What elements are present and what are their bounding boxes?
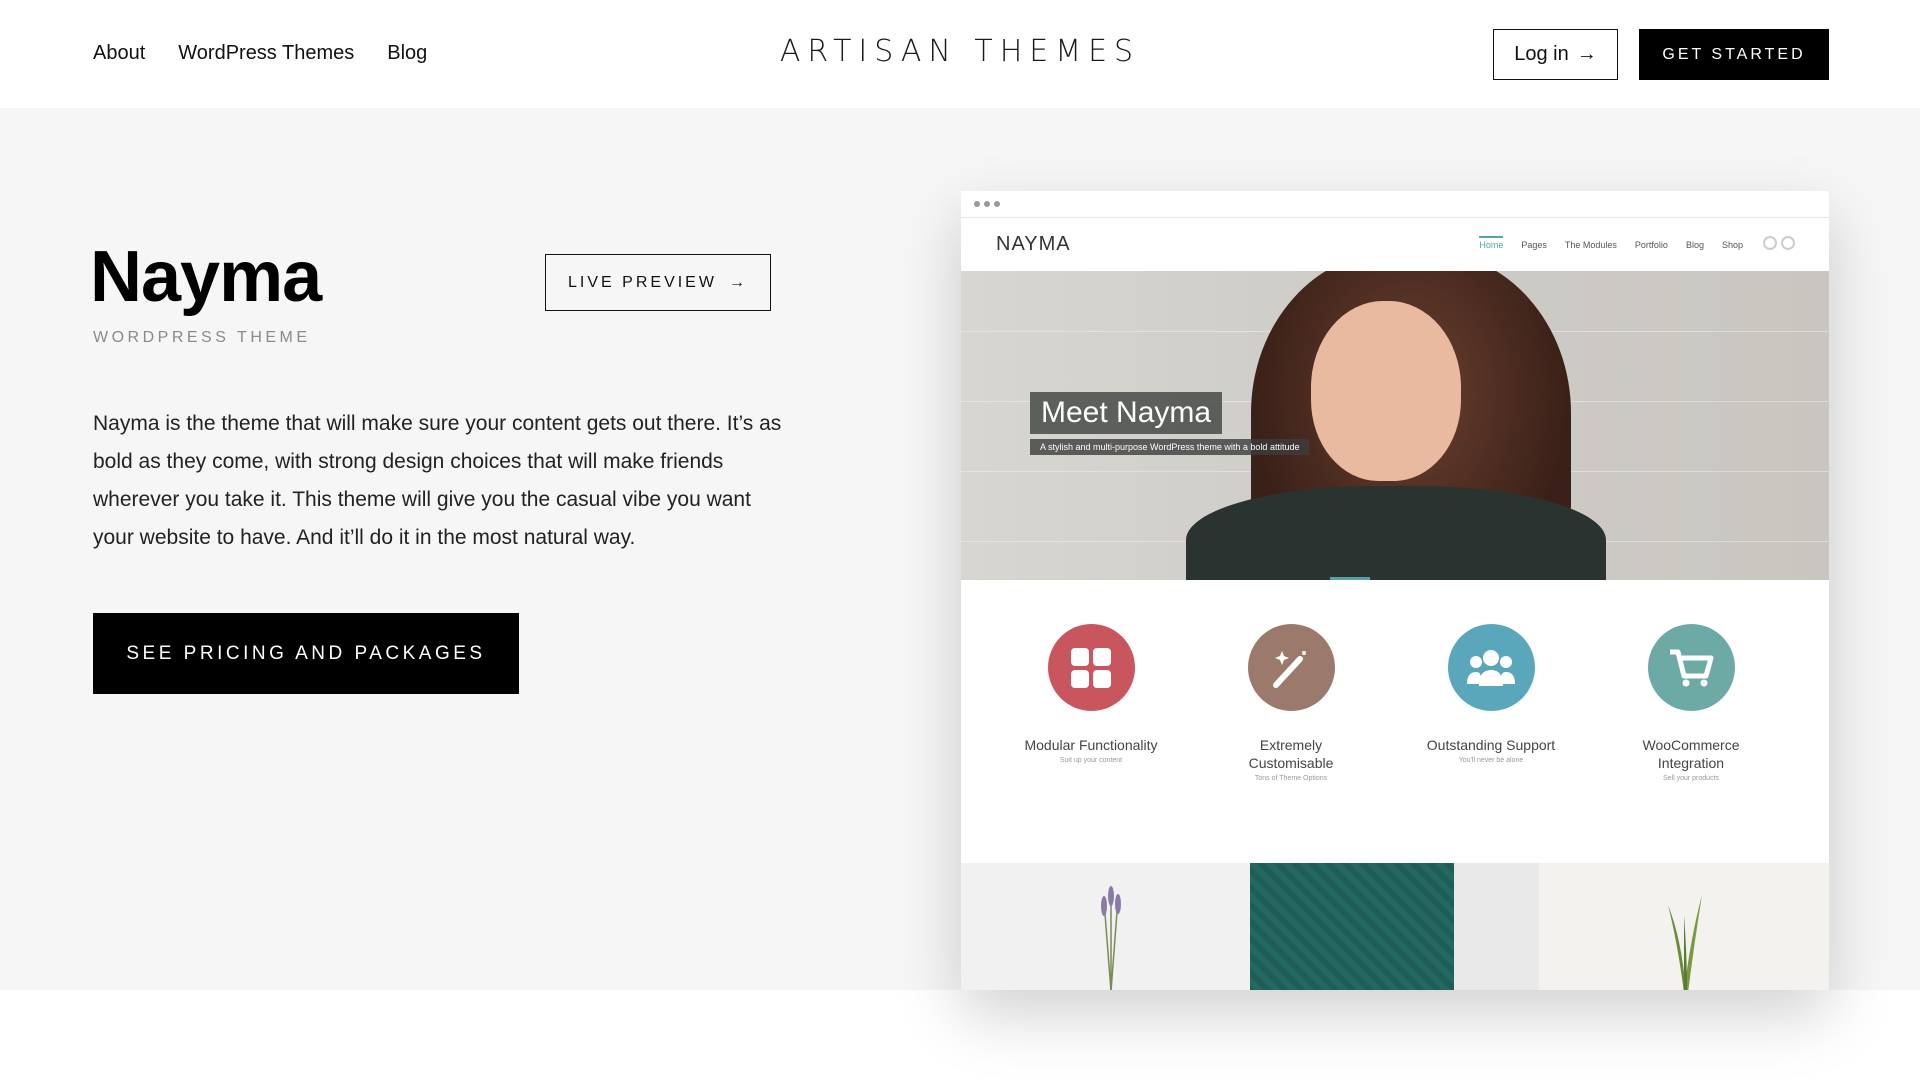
window-dot-icon [974,201,980,207]
preview-nav-icons [1763,236,1795,250]
gallery-image-plant [1539,863,1829,990]
search-icon [1781,236,1795,250]
preview-menu-item: Portfolio [1634,240,1668,250]
feature-title: WooCommerce Integration [1642,737,1740,771]
theme-preview-screenshot[interactable]: NAYMA Home Pages The Modules Portfolio B… [961,191,1829,990]
preview-menu: Home Pages The Modules Portfolio Blog Sh… [1479,236,1743,250]
theme-description: Nayma is the theme that will make sure y… [93,412,782,549]
theme-type-label: WORDPRESS THEME [93,329,311,346]
pricing-button[interactable]: SEE PRICING AND PACKAGES [93,613,519,694]
feature-subtitle: You'll never be alone [1458,757,1524,764]
hero-photo-face [1311,301,1461,481]
preview-gallery [961,863,1829,990]
preview-menu-item: Home [1479,236,1504,250]
window-dot-icon [994,201,1000,207]
preview-headline: Meet Nayma [1030,392,1223,434]
cart-icon [1763,236,1777,250]
magic-wand-icon [1247,624,1335,711]
feature-subtitle: Tons of Theme Options [1254,775,1328,782]
preview-tagline: A stylish and multi-purpose WordPress th… [1030,439,1310,455]
grid-icon [1047,624,1135,711]
site-header: About WordPress Themes Blog ARTISAN THEM… [0,0,1920,108]
preview-features: Modular Functionality Suit up your conte… [961,580,1829,863]
feature-item: Outstanding Support You'll never be alon… [1391,624,1591,863]
feature-item: WooCommerce Integration Sell your produc… [1591,624,1791,863]
gallery-image-sweater [1250,863,1539,990]
arrow-right-icon: → [728,273,748,291]
window-dot-icon [984,201,990,207]
preview-brand: NAYMA [996,233,1071,255]
login-label: Log in [1514,43,1569,65]
hero-photo-body [1186,486,1606,580]
live-preview-label: LIVE PREVIEW [568,273,717,291]
users-icon [1447,624,1535,711]
get-started-button[interactable]: GET STARTED [1639,29,1829,80]
preview-nav: NAYMA Home Pages The Modules Portfolio B… [961,218,1829,271]
preview-hero-image: Meet Nayma A stylish and multi-purpose W… [961,271,1829,580]
feature-title: Outstanding Support [1426,737,1556,753]
arrow-right-icon: → [1576,43,1597,65]
preview-menu-item: The Modules [1564,240,1617,250]
feature-title: Modular Functionality [1024,737,1158,753]
preview-menu-item: Blog [1685,240,1704,250]
feature-item: Extremely Customisable Tons of Theme Opt… [1191,624,1391,863]
preview-menu-item: Shop [1721,240,1743,250]
live-preview-button[interactable]: LIVE PREVIEW → [545,254,771,311]
page-title: Nayma [90,237,322,317]
browser-bar [961,191,1829,218]
feature-item: Modular Functionality Suit up your conte… [991,624,1191,863]
feature-subtitle: Suit up your content [1059,757,1123,764]
login-button[interactable]: Log in → [1493,29,1618,80]
cart-icon [1647,624,1735,711]
gallery-image-lavender [961,863,1250,990]
site-logo[interactable]: ARTISAN THEMES [0,34,1920,69]
hero-section: Nayma WORDPRESS THEME LIVE PREVIEW → Nay… [0,108,1920,990]
feature-title: Extremely Customisable [1248,737,1334,771]
feature-subtitle: Sell your products [1662,775,1720,782]
preview-menu-item: Pages [1521,240,1547,250]
